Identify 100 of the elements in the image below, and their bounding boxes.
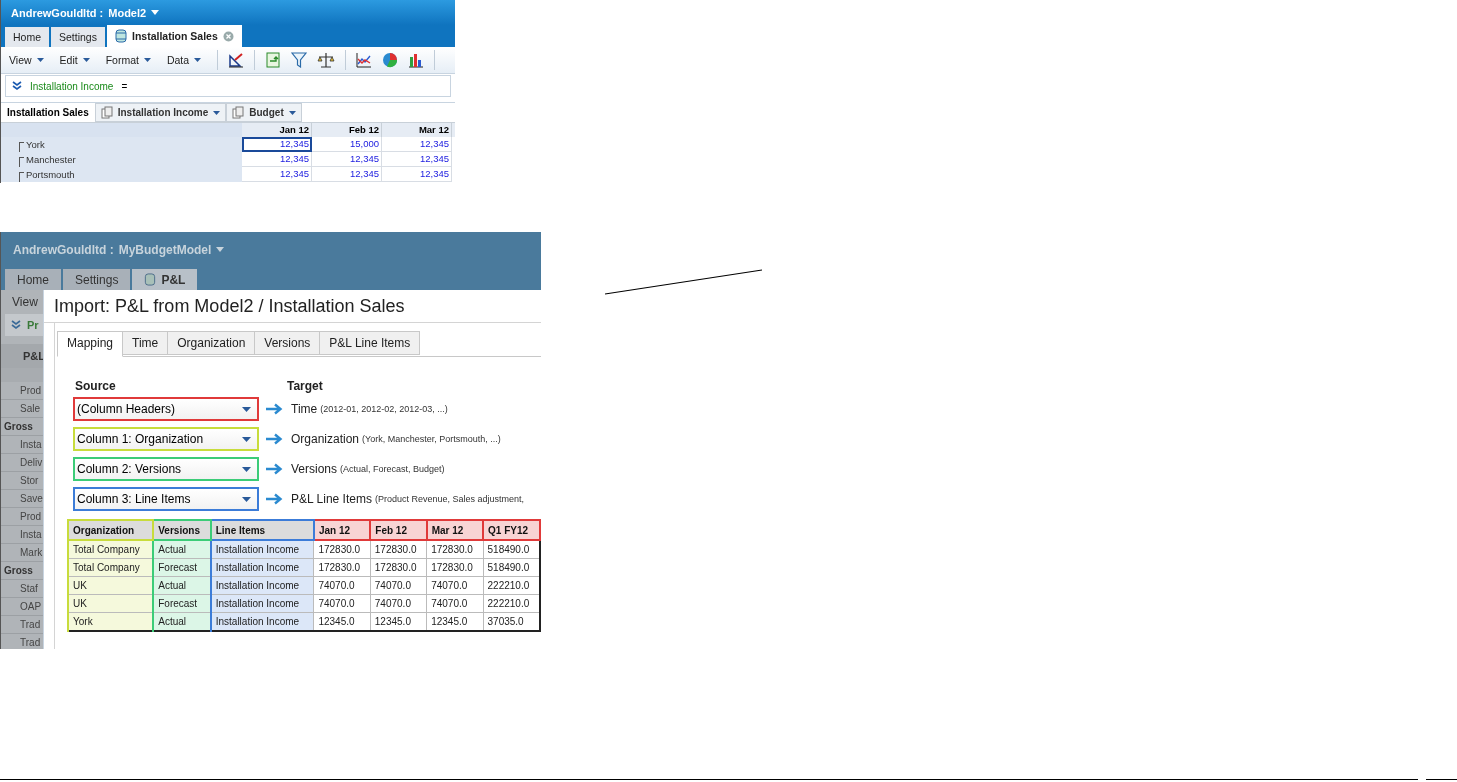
source-dropdown[interactable]: Column 2: Versions bbox=[73, 457, 259, 481]
value-cell[interactable]: 12,345 bbox=[242, 137, 312, 152]
table-cell: 74070.0 bbox=[313, 594, 371, 613]
table-cell: 172830.0 bbox=[370, 540, 427, 559]
target-label: P&L Line Items bbox=[291, 492, 372, 506]
tab[interactable]: Organization bbox=[168, 331, 256, 355]
arrow-icon bbox=[265, 463, 283, 475]
table-cell: 74070.0 bbox=[426, 594, 483, 613]
formula-member: Pr bbox=[27, 319, 39, 331]
arrow-icon bbox=[265, 403, 283, 415]
menu-button[interactable]: Data bbox=[166, 54, 202, 66]
dimension-dropdown[interactable]: Budget bbox=[226, 103, 302, 122]
column-header: Jan 12 bbox=[242, 123, 312, 137]
filter-icon[interactable] bbox=[291, 52, 308, 68]
database-icon bbox=[114, 29, 127, 43]
bar-chart-icon[interactable] bbox=[408, 52, 425, 68]
column-heading: Target bbox=[287, 379, 323, 393]
column-header: Versions bbox=[153, 520, 211, 540]
source-dropdown[interactable]: Column 3: Line Items bbox=[73, 487, 259, 511]
tree-connector bbox=[19, 156, 24, 167]
line-chart-icon[interactable] bbox=[356, 52, 373, 68]
source-dropdown[interactable]: Column 1: Organization bbox=[73, 427, 259, 451]
sidebar-heading: P&L bbox=[1, 344, 43, 368]
account-name: AndrewGouldltd : bbox=[13, 242, 114, 257]
tab[interactable]: Time bbox=[123, 331, 169, 355]
caret-icon bbox=[143, 58, 151, 62]
target-examples: (2012-01, 2012-02, 2012-03, ...) bbox=[320, 404, 448, 414]
row-label: Manchester bbox=[26, 154, 76, 165]
formula-operator: = bbox=[121, 80, 128, 92]
column-header: Jan 12 bbox=[313, 520, 371, 540]
dimension-dropdown[interactable]: Installation Income bbox=[94, 103, 227, 122]
column-header: Line Items bbox=[210, 520, 314, 540]
account-name: AndrewGouldltd : bbox=[11, 6, 104, 19]
pages-icon bbox=[100, 106, 113, 119]
table-cell: 74070.0 bbox=[370, 576, 427, 595]
tree-connector bbox=[19, 141, 24, 152]
tab[interactable]: Home bbox=[5, 27, 49, 47]
value-cell[interactable]: 12,345 bbox=[312, 152, 382, 167]
source-dropdown[interactable]: (Column Headers) bbox=[73, 397, 259, 421]
value-cell[interactable]: 12,345 bbox=[242, 167, 312, 182]
balance-scale-icon[interactable] bbox=[317, 52, 336, 68]
menu-button[interactable]: Edit bbox=[59, 54, 90, 66]
table-cell: 172830.0 bbox=[313, 558, 371, 577]
target-label: Versions bbox=[291, 462, 338, 476]
caret-icon bbox=[82, 58, 90, 62]
menu-button[interactable]: Format bbox=[105, 54, 151, 66]
value-cell[interactable]: 12,345 bbox=[242, 152, 312, 167]
table-cell: 172830.0 bbox=[426, 540, 483, 559]
caret-icon bbox=[242, 496, 251, 502]
target-label: Time bbox=[291, 402, 318, 416]
double-chevron-icon[interactable] bbox=[12, 81, 22, 91]
value-cell[interactable]: 12,345 bbox=[382, 137, 452, 152]
column-header: Feb 12 bbox=[370, 520, 427, 540]
ruler-pencil-icon[interactable] bbox=[228, 52, 245, 68]
table-cell: 172830.0 bbox=[426, 558, 483, 577]
table-cell: 74070.0 bbox=[426, 576, 483, 595]
table-cell: 74070.0 bbox=[370, 594, 427, 613]
tab[interactable]: Settings bbox=[51, 27, 105, 47]
table-cell: 172830.0 bbox=[370, 558, 427, 577]
dialog-title: Import: P&L from Model2 / Installation Sales bbox=[44, 290, 541, 323]
tab[interactable]: P&L Line Items bbox=[320, 331, 421, 355]
value-cell[interactable]: 12,345 bbox=[382, 167, 452, 182]
value-cell[interactable]: 15,000 bbox=[312, 137, 382, 152]
caret-icon bbox=[242, 466, 251, 472]
value-cell[interactable]: 12,345 bbox=[312, 167, 382, 182]
refresh-sheet-icon[interactable] bbox=[265, 52, 282, 68]
pie-chart-icon[interactable] bbox=[382, 52, 399, 68]
tab[interactable]: Installation Sales bbox=[106, 25, 242, 47]
caret-icon bbox=[213, 110, 221, 115]
caret-icon bbox=[242, 436, 251, 442]
column-header: Mar 12 bbox=[426, 520, 483, 540]
caret-icon bbox=[288, 110, 296, 115]
tab[interactable]: Home bbox=[5, 269, 61, 290]
database-icon bbox=[144, 273, 157, 286]
row-label: Portsmouth bbox=[26, 169, 75, 180]
tab[interactable]: Settings bbox=[63, 269, 131, 290]
target-examples: (Actual, Forecast, Budget) bbox=[340, 464, 445, 474]
pages-icon bbox=[232, 106, 245, 119]
value-cell[interactable]: 12,345 bbox=[382, 152, 452, 167]
tab[interactable]: Mapping bbox=[57, 331, 124, 357]
target-examples: (York, Manchester, Portsmouth, ...) bbox=[362, 434, 501, 444]
table-cell: 172830.0 bbox=[313, 540, 371, 559]
target-label: Organization bbox=[291, 432, 360, 446]
column-heading: Source bbox=[75, 379, 117, 393]
tab[interactable]: P&L bbox=[132, 269, 198, 290]
caret-icon bbox=[194, 58, 202, 62]
target-examples: (Product Revenue, Sales adjustment, bbox=[374, 494, 525, 504]
menu-button[interactable]: View bbox=[9, 54, 44, 66]
formula-member: Installation Income bbox=[30, 80, 114, 92]
column-header: Mar 12 bbox=[382, 123, 452, 137]
column-header: Organization bbox=[68, 520, 154, 540]
caret-icon bbox=[151, 10, 160, 15]
tab[interactable]: Versions bbox=[255, 331, 321, 355]
row-label: York bbox=[26, 139, 45, 150]
arrow-icon bbox=[265, 493, 283, 505]
column-header: Q1 FY12 bbox=[483, 520, 540, 540]
table-cell: 74070.0 bbox=[313, 576, 371, 595]
arrow-icon bbox=[265, 433, 283, 445]
double-chevron-icon[interactable] bbox=[11, 320, 21, 330]
model-dropdown[interactable]: Model2 bbox=[108, 6, 160, 19]
